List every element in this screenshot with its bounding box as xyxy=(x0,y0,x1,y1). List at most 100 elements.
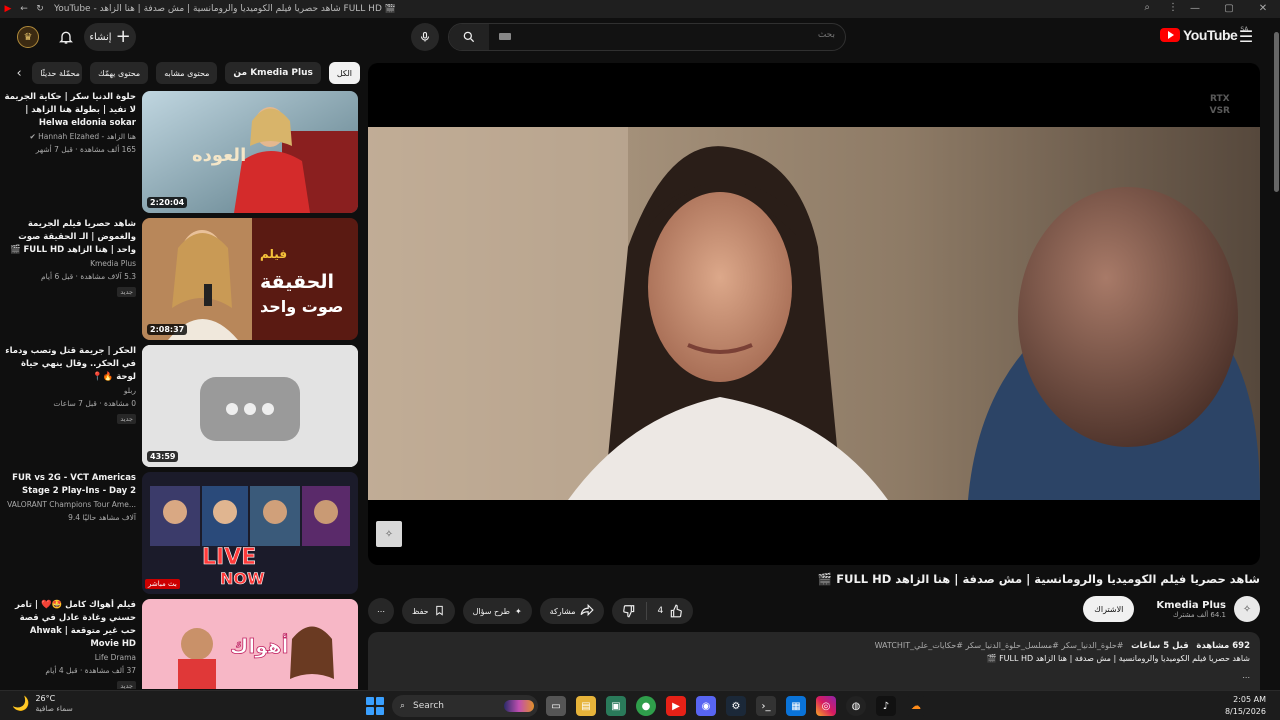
cloud-app-icon[interactable]: ☁ xyxy=(906,696,926,716)
like-button[interactable]: 4 xyxy=(646,602,693,620)
recommendation-title[interactable]: حلوة الدنيا سكر | حكاية الجريمة لا تفيد … xyxy=(4,91,136,130)
voice-search-mic-icon[interactable] xyxy=(411,23,439,51)
browser-titlebar: ▶ ← ↻ YouTube - شاهد حصريا فيلم الكوميدي… xyxy=(0,0,1280,18)
chips-scroll-left-icon[interactable]: ‹ xyxy=(14,62,24,84)
recommendation-title[interactable]: شاهد حصريا فيلم الجريمة والغموض | الـ ال… xyxy=(4,218,136,257)
steam-icon[interactable]: ⚙ xyxy=(726,696,746,716)
recommendation-channel[interactable]: Life Drama xyxy=(4,652,136,664)
reload-icon[interactable]: ↻ xyxy=(32,4,48,14)
minimize-icon[interactable]: — xyxy=(1178,0,1212,18)
hamburger-menu-icon[interactable]: ☰ xyxy=(1236,26,1256,46)
channel-row: ✧ Kmedia Plus 64.1 ألف مشترك الاشتراك xyxy=(1083,596,1260,622)
recommendation-item[interactable]: فيلم الحقيقة صوت واحد 2:08:37 شاهد حصريا… xyxy=(4,218,358,340)
taskbar-search[interactable]: ⌕ Search xyxy=(392,695,538,717)
clock-date: 8/15/2026 xyxy=(1224,707,1266,716)
recommendation-title[interactable]: فيلم أهواك كامل 🤩❤️ | تامر حسني وغادة عا… xyxy=(4,599,136,651)
recommendation-title[interactable]: الحكر | جريمة قتل وتصب ودماء في الحكر.. … xyxy=(4,345,136,384)
create-button[interactable]: إنشاء + xyxy=(84,23,136,51)
recommendation-channel[interactable]: ربلو xyxy=(4,385,136,397)
youtube-logo-text: YouTube xyxy=(1183,27,1238,43)
video-thumbnail[interactable]: 43:59 xyxy=(142,345,358,467)
recommendation-meta: 37 ألف مشاهدة · قبل 4 أيام xyxy=(45,666,136,675)
new-badge: جديد xyxy=(117,681,136,689)
chip-from-channel[interactable]: من Kmedia Plus xyxy=(225,62,321,84)
recommendation-meta: 0 مشاهدة · قبل 7 ساعات xyxy=(53,399,136,408)
recommendation-channel[interactable]: VALORANT Champions Tour Ame... xyxy=(4,499,136,511)
youtube-tab-icon[interactable]: ▶ xyxy=(0,4,16,14)
recommendation-channel[interactable]: Kmedia Plus xyxy=(4,258,136,270)
thumbs-down-icon xyxy=(623,605,635,618)
video-frame[interactable] xyxy=(368,127,1260,500)
extensions-icon[interactable]: ⌕ xyxy=(1144,2,1150,13)
page-scrollbar[interactable] xyxy=(1272,28,1280,688)
chrome-icon[interactable]: ● xyxy=(636,696,656,716)
svg-text:فيلم: فيلم xyxy=(260,247,287,261)
svg-text:أهواك: أهواك xyxy=(230,632,288,658)
recommendation-title[interactable]: FUR vs 2G - VCT Americas Stage 2 Play-In… xyxy=(4,472,136,498)
svg-text:الحقيقة: الحقيقة xyxy=(260,271,334,293)
recommendation-item[interactable]: أهواك فيلم أهواك كامل 🤩❤️ | تامر حسني وغ… xyxy=(4,599,358,689)
share-button[interactable]: مشاركة xyxy=(539,598,605,624)
upload-age: قبل 5 ساعات xyxy=(1131,641,1189,651)
windows-start-icon[interactable] xyxy=(366,697,384,715)
weather-widget[interactable]: 🌙 26°C سماء صافية xyxy=(12,694,73,714)
live-badge: بث مباشر xyxy=(145,579,180,589)
dislike-button[interactable] xyxy=(612,602,646,620)
video-thumbnail[interactable]: أهواك xyxy=(142,599,358,689)
chip-all[interactable]: الكل xyxy=(328,62,360,84)
description-box[interactable]: 692 مشاهدة قبل 5 ساعات #حلوة_الدنيا_سكر … xyxy=(368,632,1260,690)
chip-for-you[interactable]: محتوى يهمّك xyxy=(90,62,149,84)
maximize-icon[interactable]: ▢ xyxy=(1212,0,1246,18)
taskbar-search-label: Search xyxy=(413,701,444,711)
instagram-icon[interactable]: ◎ xyxy=(816,696,836,716)
video-actions: ⋯ حفظ طرح سؤال ✦ مشاركة 4 xyxy=(368,598,694,624)
recommendation-info: فيلم أهواك كامل 🤩❤️ | تامر حسني وغادة عا… xyxy=(4,599,136,689)
video-thumbnail[interactable]: LIVE NOW بث مباشر xyxy=(142,472,358,594)
ask-button[interactable]: طرح سؤال ✦ xyxy=(462,598,532,624)
search-input[interactable] xyxy=(635,30,835,40)
scrollbar-thumb[interactable] xyxy=(1274,32,1279,192)
channel-avatar[interactable]: ✧ xyxy=(1234,596,1260,622)
chip-recently-uploaded[interactable]: فيديوهات محمّلة حديثًا xyxy=(32,62,83,84)
svg-text:صوت واحد: صوت واحد xyxy=(260,297,343,316)
system-clock[interactable]: 2:05 AM 8/15/2026 xyxy=(1225,694,1266,718)
duration-badge: 43:59 xyxy=(147,451,179,462)
browser-menu-icon[interactable]: ⋮ xyxy=(1168,2,1178,13)
video-thumbnail[interactable]: العوده 2:20:04 xyxy=(142,91,358,213)
video-player[interactable]: RTX VSR ✧ xyxy=(368,63,1260,565)
notifications-bell-icon[interactable] xyxy=(55,26,77,48)
store-icon[interactable]: ▣ xyxy=(606,696,626,716)
like-count: 4 xyxy=(657,606,664,616)
recommendation-item[interactable]: LIVE NOW بث مباشر FUR vs 2G - VCT Americ… xyxy=(4,472,358,594)
recommendation-channel[interactable]: هنا الزاهد - Hannah Elzahed ✔ xyxy=(4,131,137,143)
account-avatar[interactable]: ♛ xyxy=(17,26,39,48)
youtube-play-logo-icon xyxy=(1160,28,1180,42)
recommendation-item[interactable]: العوده 2:20:04 حلوة الدنيا سكر | حكاية ا… xyxy=(4,91,358,213)
new-badge: جديد xyxy=(117,287,136,297)
youtube-app-icon[interactable]: ▶ xyxy=(666,696,686,716)
back-icon[interactable]: ← xyxy=(16,4,32,14)
channel-name[interactable]: Kmedia Plus xyxy=(1156,600,1226,611)
recommendation-filter-chips: الكل من Kmedia Plus محتوى مشابه محتوى يه… xyxy=(14,62,360,84)
capcut-icon[interactable]: ▦ xyxy=(786,696,806,716)
taskbar-apps: ▭ ▤ ▣ ● ▶ ◉ ⚙ ›_ ▦ ◎ ◍ ♪ ☁ xyxy=(546,696,926,716)
temperature: 26°C xyxy=(35,694,56,703)
search-button[interactable] xyxy=(449,24,489,50)
chip-similar[interactable]: محتوى مشابه xyxy=(156,62,218,84)
hashtags[interactable]: #حلوة_الدنيا_سكر #مسلسل_حلوة_الدنيا_سكر … xyxy=(875,641,1124,650)
discord-icon[interactable]: ◉ xyxy=(696,696,716,716)
video-thumbnail[interactable]: فيلم الحقيقة صوت واحد 2:08:37 xyxy=(142,218,358,340)
recommendation-item[interactable]: 43:59 الحكر | جريمة قتل وتصب ودماء في ال… xyxy=(4,345,358,467)
obs-icon[interactable]: ◍ xyxy=(846,696,866,716)
task-view-icon[interactable]: ▭ xyxy=(546,696,566,716)
file-explorer-icon[interactable]: ▤ xyxy=(576,696,596,716)
save-button[interactable]: حفظ xyxy=(402,598,455,624)
subscribe-button[interactable]: الاشتراك xyxy=(1083,596,1135,622)
channel-watermark-icon[interactable]: ✧ xyxy=(376,521,402,547)
tiktok-icon[interactable]: ♪ xyxy=(876,696,896,716)
close-icon[interactable]: ✕ xyxy=(1246,0,1280,18)
more-actions-button[interactable]: ⋯ xyxy=(368,598,394,624)
description-snippet: ... xyxy=(1242,671,1250,680)
terminal-icon[interactable]: ›_ xyxy=(756,696,776,716)
keyboard-icon[interactable] xyxy=(499,33,511,40)
